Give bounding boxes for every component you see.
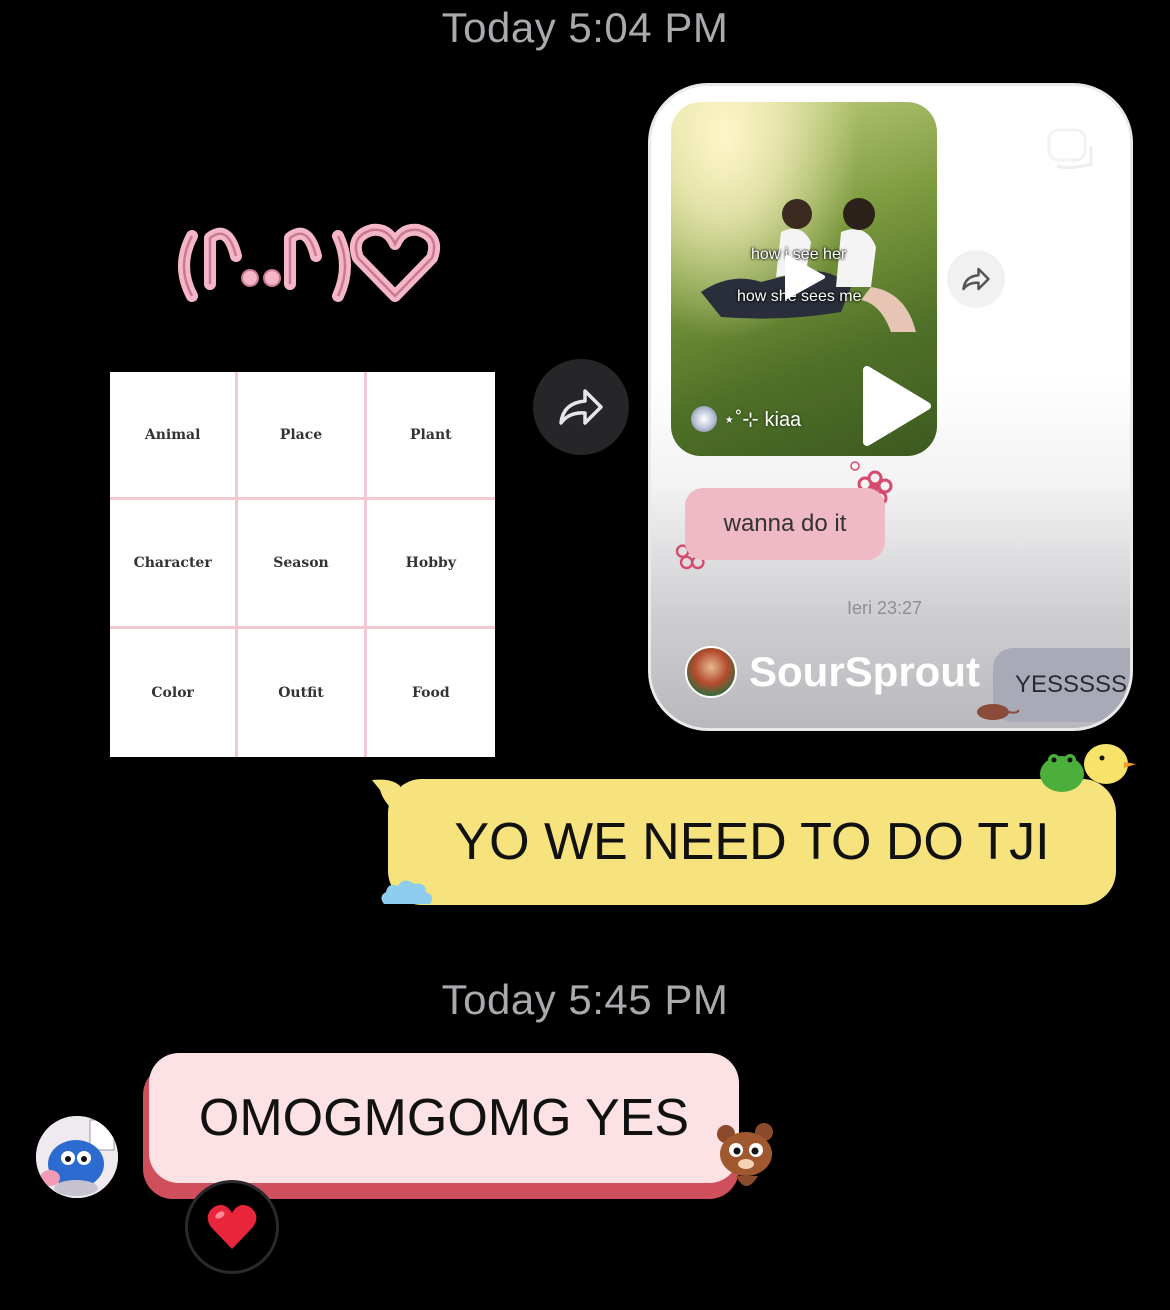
- shared-reel-card[interactable]: how i see her how she sees me ⋆˚⊹ kiaa w…: [648, 83, 1133, 731]
- grid-cell: Color: [110, 628, 239, 757]
- heart-reaction[interactable]: ❤️: [185, 1180, 279, 1274]
- quoted-message-bubble: wanna do it: [685, 488, 885, 560]
- outgoing-message-bubble[interactable]: YO WE NEED TO DO TJI: [388, 779, 1116, 905]
- dog-sticker-icon: [717, 1123, 773, 1186]
- grid-cell: Food: [412, 684, 450, 701]
- mouse-sticker-icon: [977, 704, 1019, 720]
- card-share-button[interactable]: [947, 250, 1005, 308]
- quoted-timestamp: Ieri 23:27: [847, 598, 923, 618]
- share-arrow-icon: [559, 389, 603, 425]
- grid-cell: Place: [238, 372, 367, 501]
- frog-duck-sticker-icon: [1040, 744, 1136, 792]
- bubble-tail-icon: [372, 779, 401, 824]
- reel-type-icon: [1047, 128, 1093, 170]
- sender-name: SourSprout: [749, 648, 980, 695]
- timestamp-2: Today 5:45 PM: [441, 976, 729, 1023]
- timestamp-1: Today 5:04 PM: [441, 4, 729, 51]
- sender-avatar: [685, 646, 737, 698]
- grid-cell: Character: [110, 500, 239, 629]
- contact-avatar[interactable]: [36, 1116, 118, 1198]
- share-arrow-icon: [962, 267, 990, 291]
- reel-author[interactable]: ⋆˚⊹ kiaa: [691, 406, 801, 432]
- reel-video-thumbnail[interactable]: how i see her how she sees me ⋆˚⊹ kiaa: [671, 102, 937, 456]
- kaomoji-heart-sticker[interactable]: [170, 196, 445, 316]
- reel-sender[interactable]: SourSprout: [685, 646, 980, 698]
- avatar-image: [36, 1116, 118, 1198]
- category-grid-image[interactable]: Animal Place Plant Character Season Hobb…: [110, 372, 495, 757]
- grid-cell: Outfit: [238, 628, 367, 757]
- author-avatar: [691, 406, 717, 432]
- author-name: ⋆˚⊹ kiaa: [723, 408, 802, 431]
- cloud-sticker-icon: [381, 880, 433, 904]
- incoming-message[interactable]: OMOGMGOMG YES: [143, 1053, 743, 1199]
- play-icon[interactable]: [861, 364, 933, 448]
- small-play-icon: [785, 255, 825, 299]
- grid-cell: Animal: [110, 372, 239, 501]
- grid-cell: Plant: [366, 372, 495, 501]
- grid-cell: Hobby: [366, 500, 495, 629]
- heart-icon: [207, 1205, 257, 1249]
- incoming-message-bubble[interactable]: OMOGMGOMG YES: [149, 1053, 739, 1183]
- grid-cell: Season: [238, 500, 367, 629]
- share-button[interactable]: [533, 359, 629, 455]
